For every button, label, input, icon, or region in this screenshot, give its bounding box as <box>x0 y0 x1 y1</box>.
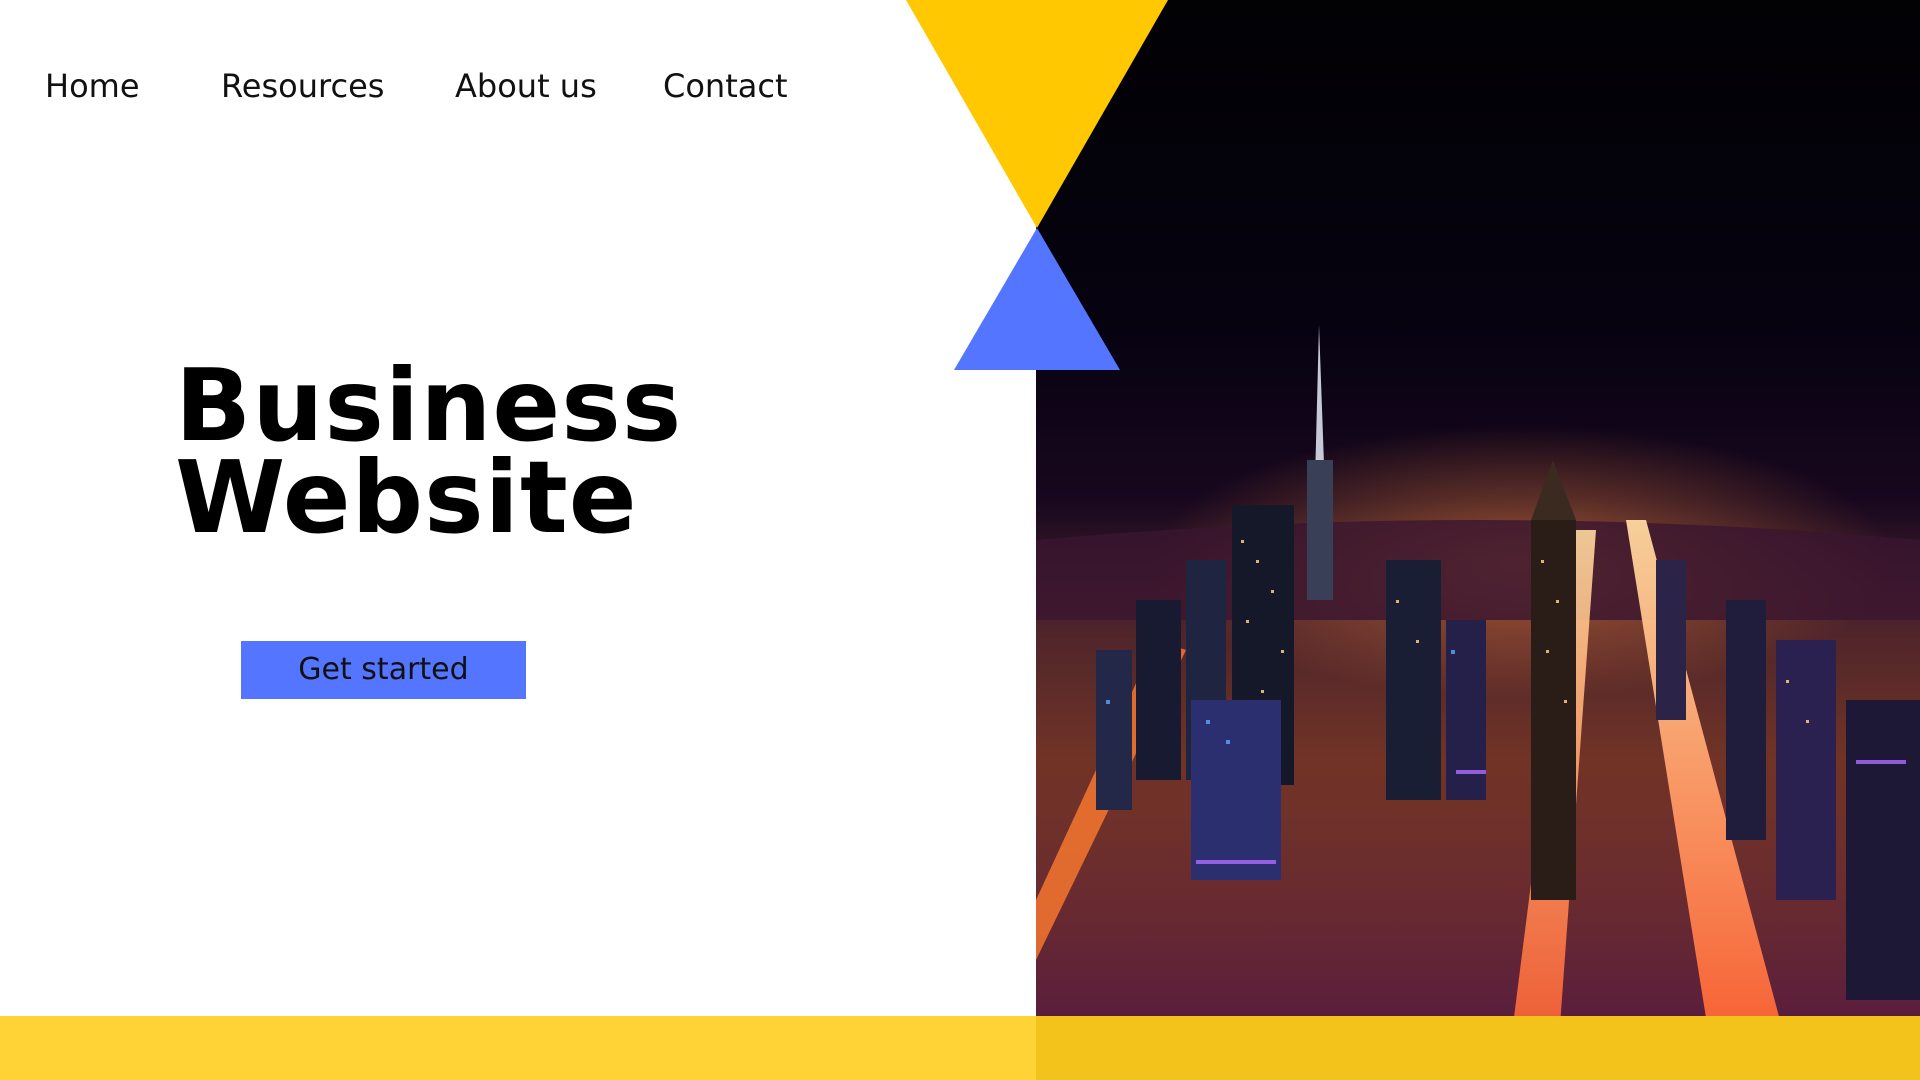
bottom-band-photo-overlay <box>1036 1016 1920 1080</box>
hero-title-line-2: Website <box>175 439 638 556</box>
hero-title: Business Website <box>175 356 682 556</box>
city-skyline-illustration <box>1036 325 1920 1080</box>
nav-link-home[interactable]: Home <box>45 58 140 114</box>
top-navigation: Home Resources About us Contact <box>0 58 860 114</box>
city-skyline-image <box>1036 0 1920 1080</box>
nav-link-about-us[interactable]: About us <box>455 58 597 114</box>
landing-page: Home Resources About us Contact Business… <box>0 0 1920 1080</box>
nav-link-contact[interactable]: Contact <box>663 58 788 114</box>
get-started-button[interactable]: Get started <box>241 641 526 699</box>
nav-link-resources[interactable]: Resources <box>221 58 384 114</box>
